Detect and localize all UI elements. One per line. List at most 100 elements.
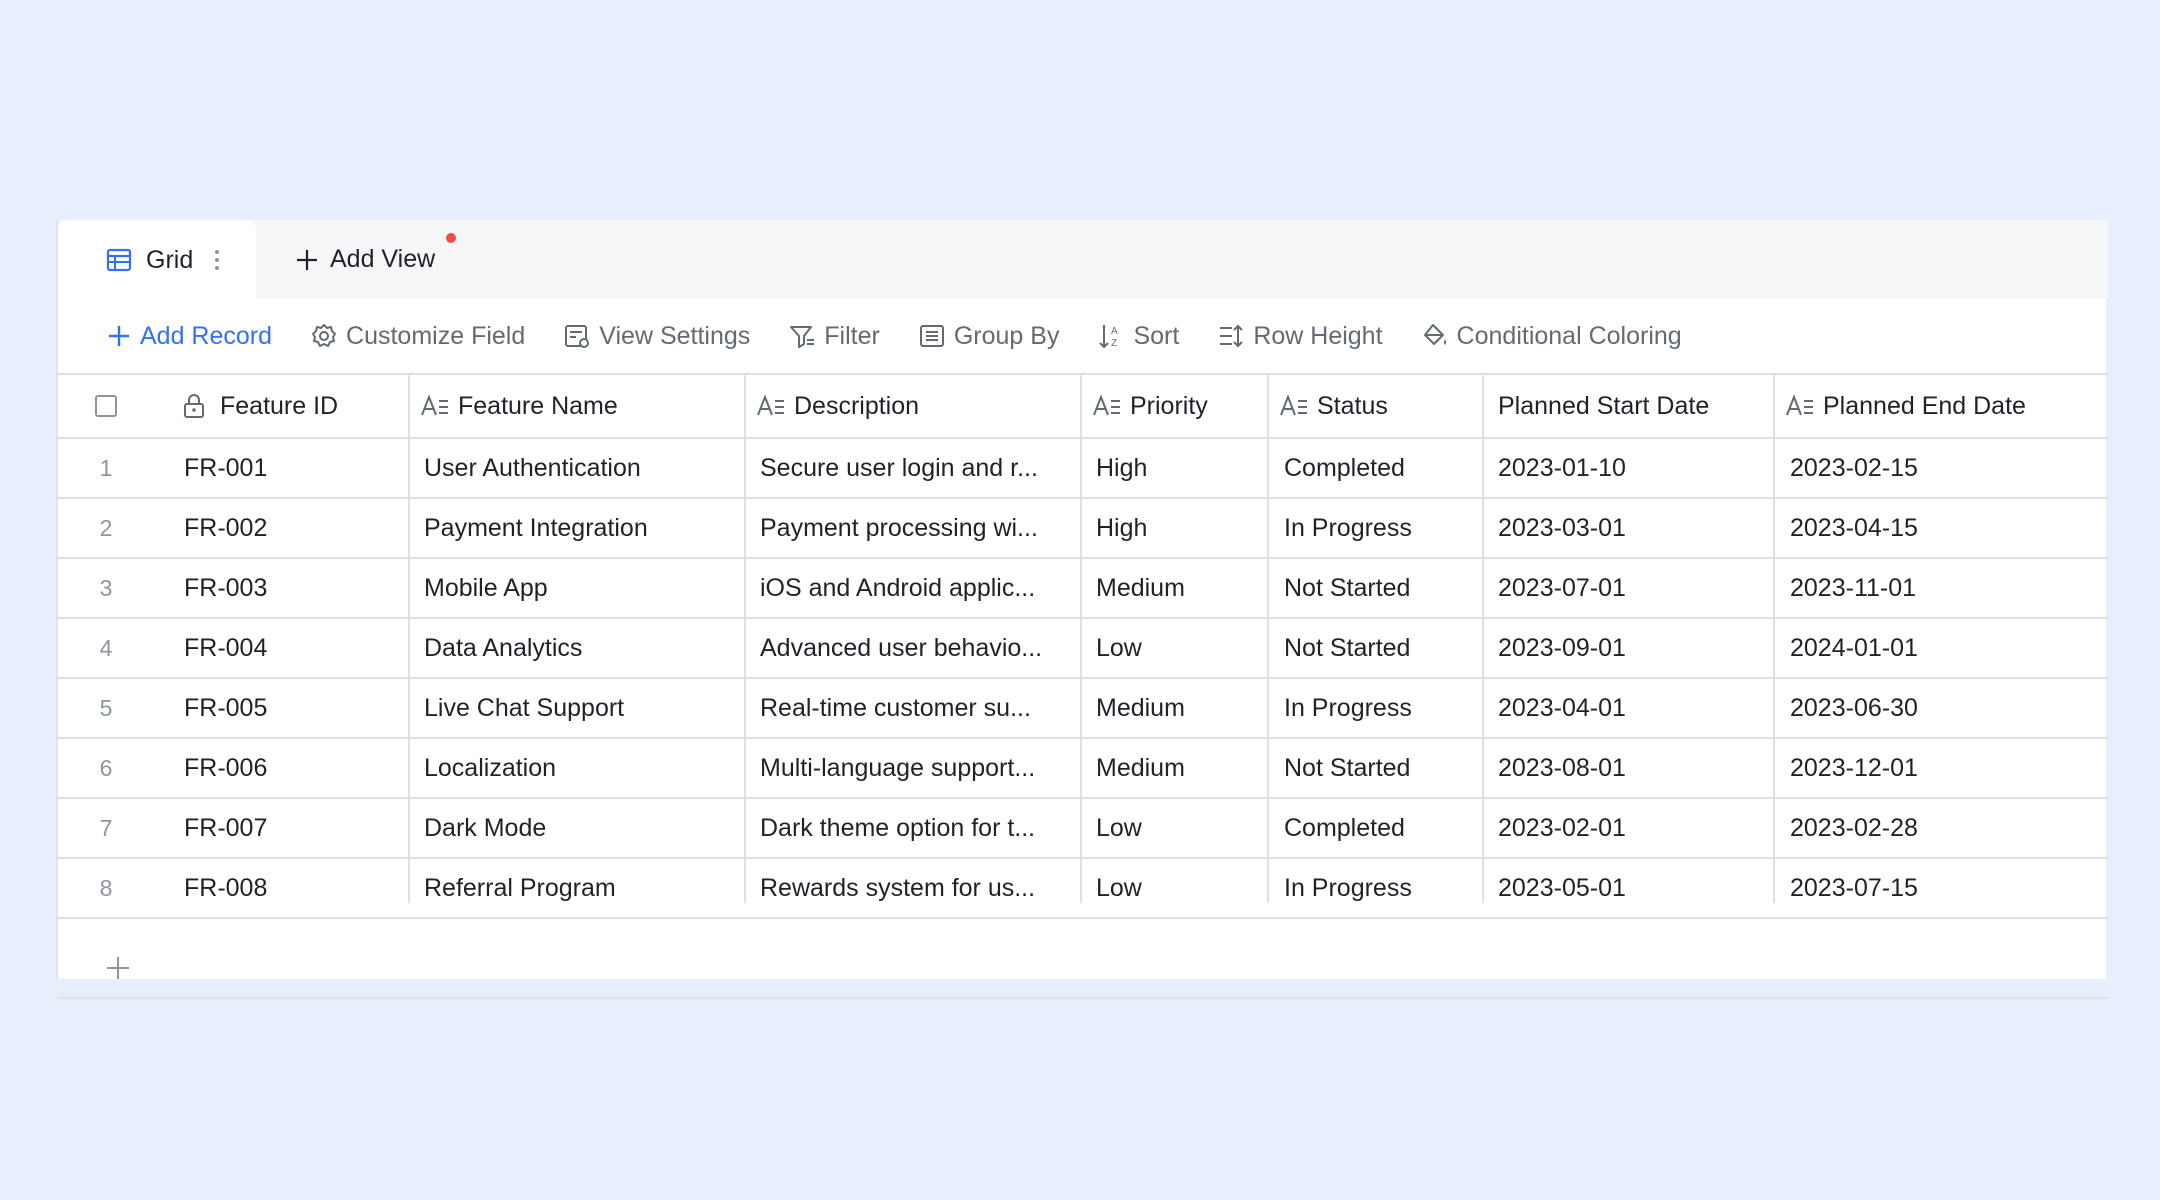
- cell-planned-end-date[interactable]: 2023-11-01: [1790, 559, 2108, 617]
- cell-feature-name[interactable]: Live Chat Support: [424, 679, 744, 737]
- column-header-planned-end-date[interactable]: Planned End Date: [1785, 375, 2108, 437]
- header-row: Feature ID Feature Name Description Prio…: [58, 375, 2108, 439]
- cell-status[interactable]: Completed: [1284, 799, 1482, 857]
- add-view-button[interactable]: Add View: [294, 220, 435, 299]
- cell-description[interactable]: iOS and Android applic...: [760, 559, 1080, 617]
- cell-planned-end-date[interactable]: 2024-01-01: [1790, 619, 2108, 677]
- tab-grid[interactable]: Grid: [58, 220, 256, 300]
- add-view-label: Add View: [330, 245, 436, 273]
- cell-status[interactable]: Completed: [1284, 439, 1482, 497]
- cell-priority[interactable]: Low: [1096, 859, 1267, 917]
- plus-icon: [104, 954, 132, 982]
- cell-planned-start-date[interactable]: 2023-09-01: [1498, 619, 1773, 677]
- row-height-icon: [1217, 322, 1245, 350]
- cell-planned-end-date[interactable]: 2023-07-15: [1790, 859, 2108, 917]
- filter-button[interactable]: Filter: [788, 322, 880, 351]
- cell-feature-id[interactable]: FR-008: [184, 859, 408, 917]
- cell-description[interactable]: Real-time customer su...: [760, 679, 1080, 737]
- cell-planned-start-date[interactable]: 2023-04-01: [1498, 679, 1773, 737]
- cell-feature-id[interactable]: FR-006: [184, 739, 408, 797]
- column-header-planned-start-date[interactable]: Planned Start Date: [1498, 375, 1773, 437]
- select-all-checkbox[interactable]: [95, 395, 117, 417]
- svg-text:Z: Z: [1111, 338, 1117, 349]
- cell-status[interactable]: Not Started: [1284, 559, 1482, 617]
- paint-bucket-icon: [1421, 322, 1449, 350]
- cell-description[interactable]: Secure user login and r...: [760, 439, 1080, 497]
- column-header-status[interactable]: Status: [1279, 375, 1482, 437]
- cell-status[interactable]: In Progress: [1284, 679, 1482, 737]
- column-header-feature-name[interactable]: Feature Name: [420, 375, 744, 437]
- cell-status[interactable]: In Progress: [1284, 499, 1482, 557]
- add-record-button[interactable]: Add Record: [106, 322, 272, 351]
- sort-button[interactable]: A Z Sort: [1097, 322, 1179, 351]
- cell-feature-id[interactable]: FR-002: [184, 499, 408, 557]
- conditional-coloring-button[interactable]: Conditional Coloring: [1421, 322, 1682, 351]
- column-header-feature-id[interactable]: Feature ID: [182, 375, 408, 437]
- view-settings-label: View Settings: [599, 321, 751, 350]
- filter-icon: [788, 322, 816, 350]
- cell-feature-name[interactable]: Mobile App: [424, 559, 744, 617]
- column-header-label: Planned End Date: [1823, 391, 2026, 420]
- more-options-icon[interactable]: [215, 250, 220, 270]
- cell-feature-name[interactable]: Data Analytics: [424, 619, 744, 677]
- lock-icon: [182, 393, 206, 419]
- cell-feature-id[interactable]: FR-007: [184, 799, 408, 857]
- table-row[interactable]: 2 FR-002 Payment Integration Payment pro…: [58, 499, 2108, 559]
- cell-status[interactable]: Not Started: [1284, 619, 1482, 677]
- view-settings-button[interactable]: View Settings: [563, 322, 750, 351]
- cell-planned-start-date[interactable]: 2023-02-01: [1498, 799, 1773, 857]
- group-by-label: Group By: [953, 321, 1060, 350]
- column-header-label: Feature ID: [220, 391, 339, 420]
- table-row[interactable]: 3 FR-003 Mobile App iOS and Android appl…: [58, 559, 2108, 619]
- cell-priority[interactable]: High: [1096, 439, 1267, 497]
- cell-planned-end-date[interactable]: 2023-02-15: [1790, 439, 2108, 497]
- cell-feature-name[interactable]: Payment Integration: [424, 499, 744, 557]
- cell-priority[interactable]: Medium: [1096, 679, 1267, 737]
- cell-description[interactable]: Dark theme option for t...: [760, 799, 1080, 857]
- cell-feature-id[interactable]: FR-004: [184, 619, 408, 677]
- table-row[interactable]: 1 FR-001 User Authentication Secure user…: [58, 439, 2108, 499]
- cell-priority[interactable]: Medium: [1096, 559, 1267, 617]
- cell-planned-start-date[interactable]: 2023-07-01: [1498, 559, 1773, 617]
- cell-description[interactable]: Payment processing wi...: [760, 499, 1080, 557]
- customize-field-button[interactable]: Customize Field: [310, 322, 525, 351]
- column-header-priority[interactable]: Priority: [1092, 375, 1267, 437]
- column-header-description[interactable]: Description: [756, 375, 1080, 437]
- cell-feature-name[interactable]: Localization: [424, 739, 744, 797]
- cell-planned-start-date[interactable]: 2023-03-01: [1498, 499, 1773, 557]
- cell-description[interactable]: Rewards system for us...: [760, 859, 1080, 917]
- add-row-button[interactable]: [58, 939, 2108, 999]
- cell-planned-end-date[interactable]: 2023-12-01: [1790, 739, 2108, 797]
- cell-planned-end-date[interactable]: 2023-06-30: [1790, 679, 2108, 737]
- view-tab-bar: Grid Add View: [58, 220, 2108, 300]
- cell-feature-id[interactable]: FR-001: [184, 439, 408, 497]
- text-field-icon: [756, 393, 786, 419]
- cell-planned-start-date[interactable]: 2023-05-01: [1498, 859, 1773, 917]
- column-header-label: Planned Start Date: [1498, 391, 1710, 420]
- table-row[interactable]: 5 FR-005 Live Chat Support Real-time cus…: [58, 679, 2108, 739]
- cell-planned-start-date[interactable]: 2023-08-01: [1498, 739, 1773, 797]
- notification-dot: [446, 233, 456, 243]
- cell-planned-start-date[interactable]: 2023-01-10: [1498, 439, 1773, 497]
- cell-description[interactable]: Advanced user behavio...: [760, 619, 1080, 677]
- cell-feature-id[interactable]: FR-003: [184, 559, 408, 617]
- table-row[interactable]: 8 FR-008 Referral Program Rewards system…: [58, 859, 2108, 919]
- cell-status[interactable]: Not Started: [1284, 739, 1482, 797]
- cell-feature-id[interactable]: FR-005: [184, 679, 408, 737]
- cell-feature-name[interactable]: Dark Mode: [424, 799, 744, 857]
- cell-priority[interactable]: Low: [1096, 799, 1267, 857]
- table-row[interactable]: 4 FR-004 Data Analytics Advanced user be…: [58, 619, 2108, 679]
- cell-priority[interactable]: High: [1096, 499, 1267, 557]
- group-by-button[interactable]: Group By: [918, 321, 1060, 351]
- cell-priority[interactable]: Medium: [1096, 739, 1267, 797]
- cell-feature-name[interactable]: User Authentication: [424, 439, 744, 497]
- cell-planned-end-date[interactable]: 2023-04-15: [1790, 499, 2108, 557]
- table-row[interactable]: 7 FR-007 Dark Mode Dark theme option for…: [58, 799, 2108, 859]
- cell-status[interactable]: In Progress: [1284, 859, 1482, 917]
- row-height-button[interactable]: Row Height: [1217, 322, 1383, 351]
- cell-description[interactable]: Multi-language support...: [760, 739, 1080, 797]
- cell-feature-name[interactable]: Referral Program: [424, 859, 744, 917]
- table-row[interactable]: 6 FR-006 Localization Multi-language sup…: [58, 739, 2108, 799]
- cell-priority[interactable]: Low: [1096, 619, 1267, 677]
- cell-planned-end-date[interactable]: 2023-02-28: [1790, 799, 2108, 857]
